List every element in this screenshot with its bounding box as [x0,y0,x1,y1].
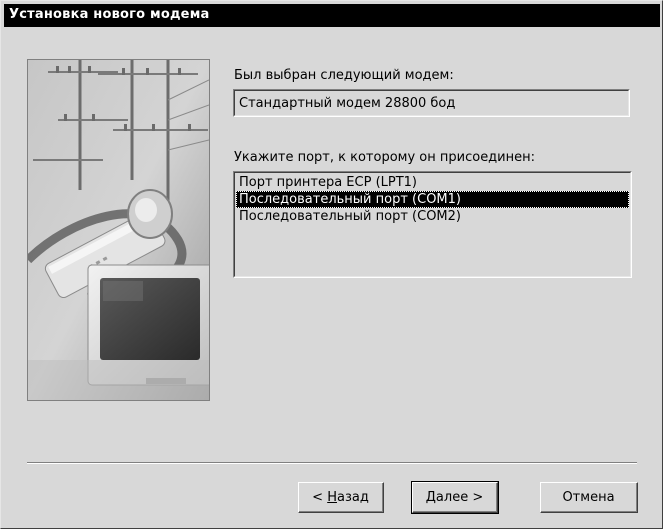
back-button[interactable]: < Назад [298,482,384,513]
modem-illustration-image [28,60,209,400]
button-separator [27,462,637,464]
selected-modem-value: Стандартный модем 28800 бод [239,96,456,111]
wizard-illustration [27,59,210,401]
port-item-com2[interactable]: Последовательный порт (COM2) [236,208,629,225]
port-listbox[interactable]: Порт принтера ECP (LPT1) Последовательны… [233,171,632,278]
selected-modem-field: Стандартный модем 28800 бод [233,89,630,117]
next-button-label: Далее > [413,483,497,512]
port-prompt-label: Укажите порт, к которому он присоединен: [234,150,535,165]
cancel-button[interactable]: Отмена [540,482,638,513]
back-button-prefix: < [312,489,328,505]
port-item-lpt1[interactable]: Порт принтера ECP (LPT1) [236,174,629,191]
cancel-button-label: Отмена [541,483,637,512]
window-title: Установка нового модема [9,7,210,22]
title-bar[interactable]: Установка нового модема [4,4,660,27]
port-item-com1[interactable]: Последовательный порт (COM1) [236,191,629,208]
back-button-accel: Н [327,489,337,505]
selected-modem-label: Был выбран следующий модем: [234,68,454,83]
modem-wizard-window: Установка нового модема Был выбран следу… [0,0,663,529]
back-button-rest: азад [336,489,369,505]
next-button[interactable]: Далее > [411,481,499,514]
